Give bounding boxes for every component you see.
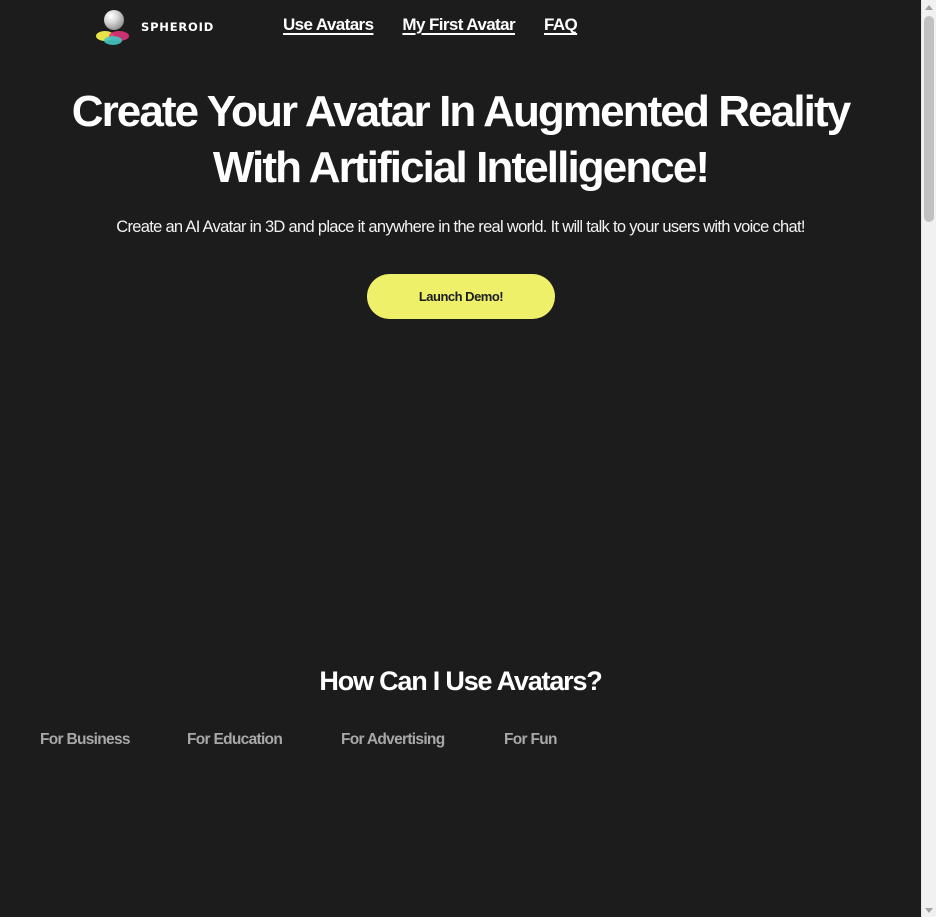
hero-title-line-2: With Artificial Intelligence! — [212, 143, 710, 192]
brand-logo[interactable]: SPHEROID — [96, 9, 236, 45]
launch-demo-button[interactable]: Launch Demo! — [367, 274, 555, 319]
logo-disc-cyan — [104, 36, 122, 45]
brand-name: SPHEROID — [141, 20, 215, 34]
spheroid-logo-icon — [96, 9, 132, 45]
main-nav: Use Avatars My First Avatar FAQ — [283, 15, 578, 35]
page: SPHEROID Use Avatars My First Avatar FAQ… — [0, 0, 921, 917]
scroll-down-arrow-icon[interactable] — [922, 903, 936, 917]
hero-title-line-1: Create Your Avatar In Augmented Reality — [71, 87, 852, 136]
hero-title: Create Your Avatar In Augmented Reality … — [0, 84, 921, 196]
tab-for-advertising[interactable]: For Advertising — [341, 731, 445, 749]
tab-for-business[interactable]: For Business — [40, 731, 130, 749]
hero-subtitle: Create an AI Avatar in 3D and place it a… — [116, 218, 805, 236]
vertical-scrollbar[interactable] — [921, 0, 936, 917]
nav-link-faq[interactable]: FAQ — [544, 15, 578, 35]
logo-sphere — [104, 10, 124, 30]
use-cases-title: How Can I Use Avatars? — [319, 666, 602, 696]
nav-link-use-avatars[interactable]: Use Avatars — [283, 15, 374, 35]
nav-link-my-first-avatar[interactable]: My First Avatar — [402, 15, 515, 35]
tab-for-education[interactable]: For Education — [187, 731, 283, 749]
scrollbar-thumb[interactable] — [924, 16, 934, 222]
tab-for-fun[interactable]: For Fun — [504, 731, 557, 749]
scroll-up-arrow-icon[interactable] — [922, 0, 936, 14]
